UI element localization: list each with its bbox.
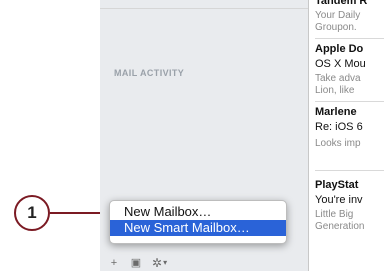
message-preview-line: Little Big	[315, 209, 354, 220]
message-separator	[315, 170, 384, 171]
message-preview-line: Your Daily	[315, 10, 361, 21]
message-separator	[315, 101, 384, 102]
menu-item-new-mailbox[interactable]: New Mailbox…	[110, 204, 286, 220]
message-sender: PlayStat	[315, 179, 359, 191]
message-preview-line: Take adva	[315, 73, 361, 84]
message-item[interactable]: PlayStat You're inv Little Big Generatio…	[309, 179, 384, 233]
show-mail-activity-button[interactable]: ▣	[130, 256, 142, 270]
message-preview-line: Lion, like	[315, 85, 355, 96]
mailbox-context-menu: New Mailbox… New Smart Mailbox…	[109, 200, 287, 244]
message-item[interactable]: Tandem R Your Daily Groupon.	[309, 0, 384, 39]
gear-icon: ✲	[152, 255, 163, 270]
message-item[interactable]: Marlene Re: iOS 6 Looks imp	[309, 106, 384, 171]
message-subject: You're inv	[315, 194, 363, 206]
step-callout-badge: 1	[14, 195, 50, 231]
message-preview-line: Generation	[315, 221, 365, 232]
sidebar-bottom-bar: + ▣ ✲ ▾	[100, 254, 308, 271]
step-callout-number: 1	[27, 203, 37, 222]
chevron-down-icon: ▾	[163, 258, 168, 267]
message-sender: Apple Do	[315, 43, 364, 55]
sidebar-divider	[100, 8, 308, 9]
action-menu-button[interactable]: ✲ ▾	[152, 256, 167, 270]
message-preview-line: Looks imp	[315, 138, 361, 149]
message-item[interactable]: Apple Do OS X Mou Take adva Lion, like	[309, 43, 384, 102]
message-sender: Marlene	[315, 106, 357, 118]
message-list: Tandem R Your Daily Groupon. Apple Do OS…	[309, 0, 384, 271]
add-mailbox-button[interactable]: +	[108, 256, 120, 270]
message-subject: OS X Mou	[315, 58, 366, 70]
message-separator	[315, 38, 384, 39]
message-preview-line: Groupon.	[315, 22, 357, 33]
message-sender: Tandem R	[315, 0, 368, 7]
menu-item-new-smart-mailbox[interactable]: New Smart Mailbox…	[110, 220, 286, 236]
mail-activity-header: MAIL ACTIVITY	[114, 68, 185, 78]
message-subject: Re: iOS 6	[315, 121, 363, 133]
